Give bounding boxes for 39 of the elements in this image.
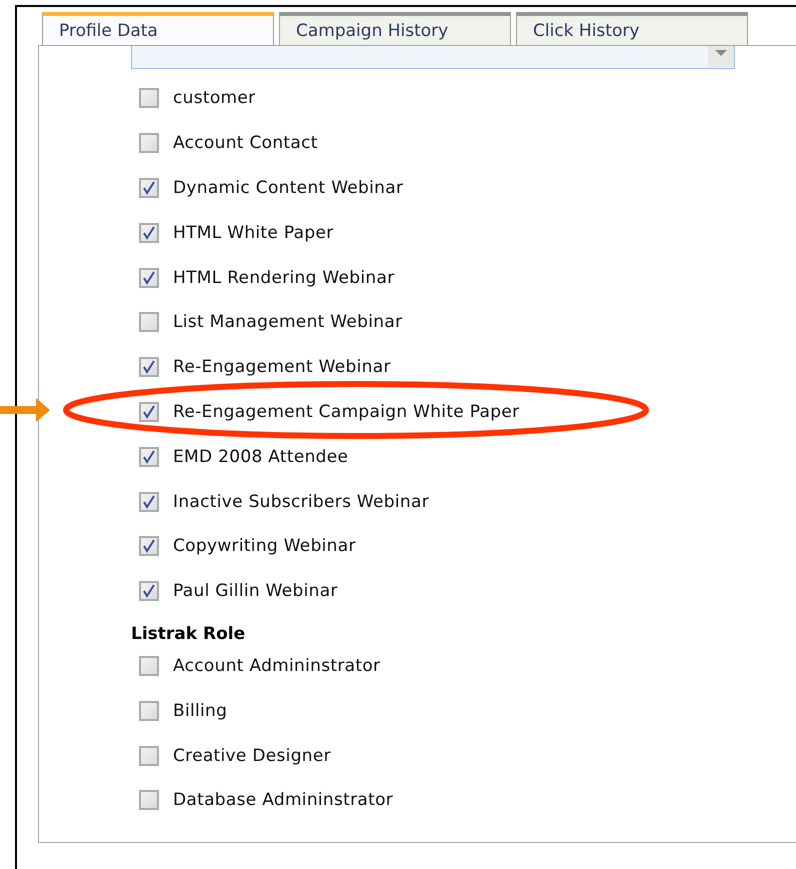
checkbox-label: List Management Webinar (173, 312, 402, 332)
tab[interactable]: Click History (516, 12, 748, 45)
checkbox-label: Re-Engagement Campaign White Paper (173, 402, 520, 422)
checkbox-label: Paul Gillin Webinar (173, 581, 338, 602)
checkbox[interactable] (139, 446, 159, 467)
checkbox[interactable] (139, 88, 159, 108)
checkbox-label: HTML White Paper (173, 222, 334, 243)
checkbox-label: Inactive Subscribers Webinar (173, 492, 430, 512)
checkbox[interactable] (139, 133, 159, 154)
checkbox[interactable] (139, 268, 159, 288)
checkbox[interactable] (139, 790, 159, 810)
checkbox[interactable] (139, 536, 159, 556)
checkbox[interactable] (139, 178, 159, 198)
caret-icon (708, 46, 734, 67)
checkbox[interactable] (139, 357, 159, 378)
checkbox-label: Re-Engagement Webinar (173, 357, 391, 378)
checkbox-label: Billing (173, 700, 228, 721)
section-heading: Listrak Role (131, 622, 246, 644)
tab[interactable]: Campaign History (279, 12, 511, 45)
tab[interactable]: Profile Data (42, 12, 274, 45)
checkbox[interactable] (139, 700, 159, 721)
checkbox[interactable] (139, 492, 159, 512)
checkbox-label: EMD 2008 Attendee (173, 446, 348, 467)
checkbox-label: Dynamic Content Webinar (173, 178, 404, 198)
checkbox-label: customer (173, 88, 256, 108)
checkbox[interactable] (139, 222, 159, 243)
checkbox[interactable] (139, 746, 159, 766)
dropdown-field[interactable] (131, 46, 735, 69)
checkbox[interactable] (139, 402, 159, 422)
checkbox[interactable] (139, 581, 159, 602)
checkbox-label: Copywriting Webinar (173, 536, 356, 556)
checkbox[interactable] (139, 656, 159, 676)
checkbox-label: HTML Rendering Webinar (173, 268, 394, 288)
checkbox[interactable] (139, 312, 159, 332)
checkbox-label: Account Admininstrator (173, 656, 380, 676)
arrow-icon (0, 396, 52, 424)
checkbox-label: Creative Designer (173, 746, 331, 766)
checkbox-label: Database Admininstrator (173, 790, 394, 810)
checkbox-label: Account Contact (173, 133, 318, 154)
